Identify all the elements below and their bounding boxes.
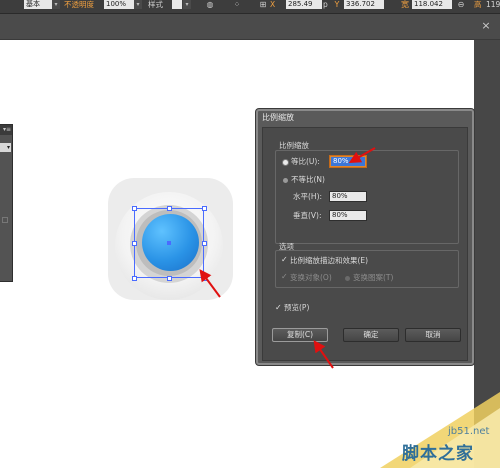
watermark-url: jb51.net xyxy=(448,426,490,437)
watermark-logo xyxy=(380,392,500,468)
watermark-text: 脚本之家 xyxy=(402,444,474,464)
